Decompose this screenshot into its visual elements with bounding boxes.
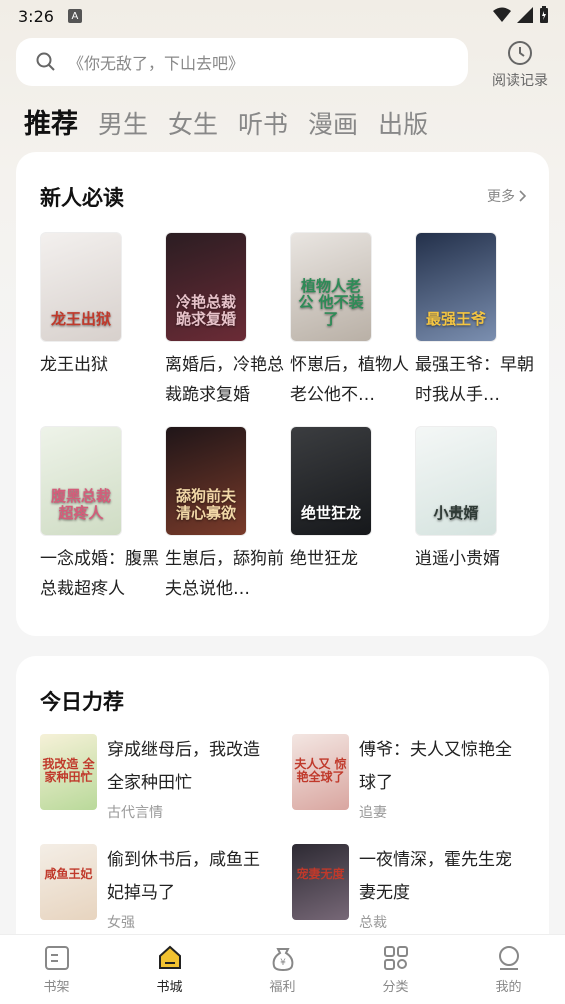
book-title: 绝世狂龙: [290, 549, 358, 569]
clock-icon: [508, 41, 532, 65]
section-title: 今日力荐: [40, 690, 124, 714]
book-grid: 龙王出狱 龙王出狱 冷艳总裁 跪求复婚 离婚后，冷艳总裁跪求复婚 植物人老公 他…: [40, 232, 534, 606]
nav-profile[interactable]: 我的: [479, 944, 539, 995]
tab-comic[interactable]: 漫画: [308, 105, 358, 141]
cover-title: 咸鱼王妃: [44, 867, 93, 881]
search-input[interactable]: 《你无敌了，下山去吧》: [16, 38, 468, 86]
book-cover: 夫人又 惊艳全球了: [292, 734, 349, 810]
list-item[interactable]: 我改造 全家种田忙 穿成继母后，我改造全家种田忙 古代言情: [40, 734, 292, 822]
channel-tabs: 推荐 男生 女生 听书 漫画 出版: [24, 102, 428, 141]
tab-male[interactable]: 男生: [98, 105, 148, 141]
book-item[interactable]: 腹黑总裁 超疼人 一念成婚：腹黑总裁超疼人: [40, 426, 159, 606]
nav-label: 书架: [43, 980, 70, 995]
battery-icon: [540, 6, 548, 23]
book-title: 逍遥小贵婿: [415, 549, 500, 569]
cover-title: 绝世狂龙: [300, 503, 361, 522]
book-cover: 咸鱼王妃: [40, 844, 97, 920]
status-icons: [493, 6, 549, 24]
book-cover: 绝世狂龙: [290, 426, 372, 536]
tab-female[interactable]: 女生: [168, 105, 218, 141]
bookstore-icon: [158, 945, 181, 969]
cover-title: 宠妻无度: [296, 867, 345, 881]
cover-title: 植物人老公 他不装了: [298, 276, 364, 328]
book-item[interactable]: 龙王出狱 龙王出狱: [40, 232, 150, 412]
book-cover: 腹黑总裁 超疼人: [40, 426, 122, 536]
book-cover: 最强王爷: [415, 232, 497, 342]
nav-welfare[interactable]: ¥ 福利: [253, 944, 313, 995]
book-title: 离婚后，冷艳总裁跪求复婚: [165, 355, 284, 405]
section-title: 新人必读: [40, 186, 124, 210]
signal-icon: [517, 7, 533, 23]
book-item[interactable]: 植物人老公 他不装了 怀崽后，植物人老公他不…: [290, 232, 409, 412]
book-cover: 龙王出狱: [40, 232, 122, 342]
book-tag: 总裁: [359, 915, 387, 931]
list-item[interactable]: 宠妻无度 一夜情深，霍先生宠妻无度 总裁: [292, 844, 544, 932]
book-item[interactable]: 小贵婿 逍遥小贵婿: [415, 426, 525, 606]
book-cover: 小贵婿: [415, 426, 497, 536]
book-item[interactable]: 冷艳总裁 跪求复婚 离婚后，冷艳总裁跪求复婚: [165, 232, 284, 412]
svg-text:¥: ¥: [280, 958, 286, 968]
book-cover: 宠妻无度: [292, 844, 349, 920]
bottom-nav: 书架 书城 ¥ 福利 分类 我的: [0, 934, 565, 1004]
cover-title: 龙王出狱: [50, 309, 111, 328]
tab-audiobook[interactable]: 听书: [238, 105, 288, 141]
search-placeholder: 《你无敌了，下山去吧》: [68, 54, 245, 73]
chevron-right-icon: [519, 190, 527, 202]
nav-category[interactable]: 分类: [366, 944, 426, 995]
nav-label: 书城: [156, 980, 183, 995]
today-picks-section: 今日力荐 我改造 全家种田忙 穿成继母后，我改造全家种田忙 古代言情 夫人又 惊…: [16, 656, 549, 956]
book-title: 生崽后，舔狗前夫总说他…: [165, 549, 284, 599]
book-tag: 女强: [107, 915, 135, 931]
new-reader-section: 新人必读 更多 龙王出狱 龙王出狱 冷艳总裁 跪求复婚 离婚后，冷艳总裁跪求复婚…: [16, 152, 549, 636]
list-item[interactable]: 咸鱼王妃 偷到休书后，咸鱼王妃掉马了 女强: [40, 844, 292, 932]
pick-list: 我改造 全家种田忙 穿成继母后，我改造全家种田忙 古代言情 夫人又 惊艳全球了 …: [40, 734, 544, 932]
more-label: 更多: [487, 189, 515, 205]
nav-bookstore[interactable]: 书城: [140, 944, 200, 995]
book-title: 龙王出狱: [40, 355, 108, 375]
book-tag: 古代言情: [107, 805, 163, 821]
cover-title: 舔狗前夫 清心寡欲: [175, 487, 236, 522]
book-cover: 舔狗前夫 清心寡欲: [165, 426, 247, 536]
book-title: 穿成继母后，我改造全家种田忙: [107, 740, 260, 793]
book-item[interactable]: 舔狗前夫 清心寡欲 生崽后，舔狗前夫总说他…: [165, 426, 284, 606]
book-title: 一念成婚：腹黑总裁超疼人: [40, 549, 159, 599]
more-button[interactable]: 更多: [487, 186, 527, 206]
cover-title: 腹黑总裁 超疼人: [50, 487, 111, 522]
book-title: 偷到休书后，咸鱼王妃掉马了: [107, 850, 260, 903]
nav-label: 福利: [269, 980, 296, 995]
nav-label: 我的: [495, 980, 522, 995]
list-item[interactable]: 夫人又 惊艳全球了 傅爷：夫人又惊艳全球了 追妻: [292, 734, 544, 822]
cover-title: 小贵婿: [433, 503, 479, 522]
book-cover: 我改造 全家种田忙: [40, 734, 97, 810]
book-item[interactable]: 绝世狂龙 绝世狂龙: [290, 426, 400, 606]
reading-history-button[interactable]: 阅读记录: [487, 40, 553, 90]
reading-history-label: 阅读记录: [492, 73, 548, 89]
cover-title: 我改造 全家种田忙: [42, 757, 95, 785]
book-title: 怀崽后，植物人老公他不…: [290, 355, 409, 405]
book-cover: 植物人老公 他不装了: [290, 232, 372, 342]
book-title: 最强王爷：早朝时我从手…: [415, 355, 534, 405]
cover-title: 夫人又 惊艳全球了: [294, 757, 347, 785]
cover-title: 最强王爷: [425, 309, 486, 328]
category-grid-icon: [383, 946, 408, 970]
nav-bookshelf[interactable]: 书架: [27, 944, 87, 995]
search-icon: [36, 52, 55, 71]
tab-recommend[interactable]: 推荐: [24, 102, 78, 141]
wifi-icon: [493, 7, 511, 22]
book-tag: 追妻: [359, 805, 387, 821]
status-time: 3:26: [18, 6, 54, 26]
tab-publish[interactable]: 出版: [378, 105, 428, 141]
notification-a-icon: A: [67, 9, 82, 23]
profile-icon: [498, 946, 519, 970]
nav-label: 分类: [382, 980, 409, 995]
book-title: 一夜情深，霍先生宠妻无度: [359, 850, 512, 903]
book-item[interactable]: 最强王爷 最强王爷：早朝时我从手…: [415, 232, 534, 412]
book-cover: 冷艳总裁 跪求复婚: [165, 232, 247, 342]
coin-bag-icon: ¥: [272, 948, 293, 972]
bookshelf-icon: [44, 946, 69, 970]
book-title: 傅爷：夫人又惊艳全球了: [359, 740, 512, 793]
status-bar: 3:26 A: [0, 0, 565, 32]
cover-title: 冷艳总裁 跪求复婚: [175, 293, 236, 328]
